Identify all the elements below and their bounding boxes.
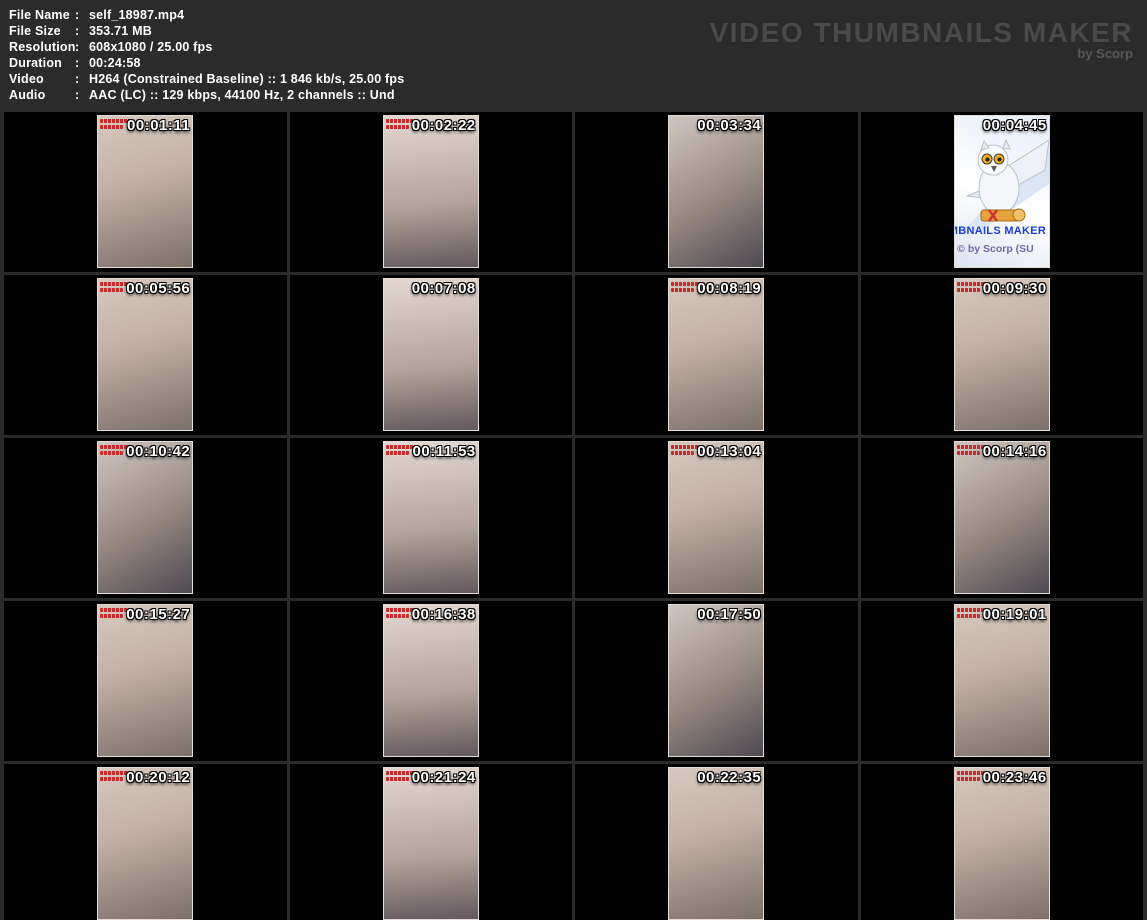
- thumbnail-cell: 00:08:19: [575, 275, 858, 435]
- thumbnail-placeholder: 00:21:24: [383, 767, 479, 920]
- field-separator: :: [75, 88, 89, 102]
- field-value: 00:24:58: [89, 56, 141, 70]
- file-info-row: Duration : 00:24:58: [9, 55, 404, 71]
- field-value: self_18987.mp4: [89, 8, 184, 22]
- thumbnail-cell: 00:13:04: [575, 438, 858, 598]
- timestamp-label: 00:05:56: [126, 280, 190, 297]
- timestamp-label: 00:16:38: [412, 606, 476, 623]
- thumbnail-placeholder: 00:03:34: [668, 115, 764, 268]
- field-value: H264 (Constrained Baseline) :: 1 846 kb/…: [89, 72, 404, 86]
- thumbnail-placeholder: 00:09:30: [954, 278, 1050, 431]
- thumbnail-placeholder: 00:15:27: [97, 604, 193, 757]
- thumbnail-cell: 00:10:42: [4, 438, 287, 598]
- file-info-row: Video : H264 (Constrained Baseline) :: 1…: [9, 71, 404, 87]
- thumbnail-cell: 00:11:53: [290, 438, 573, 598]
- field-label: Resolution: [9, 40, 75, 54]
- thumbnail-placeholder: 00:01:11: [97, 115, 193, 268]
- thumbnail-cell: 00:19:01: [861, 601, 1144, 761]
- timestamp-label: 00:14:16: [983, 443, 1047, 460]
- thumbnail-cell: MBNAILS MAKER 8 t © by Scorp (SU 00:04:4…: [861, 112, 1144, 272]
- file-info-row: File Name : self_18987.mp4: [9, 7, 404, 23]
- timestamp-label: 00:03:34: [697, 117, 761, 134]
- thumbnail-cell: 00:23:46: [861, 764, 1144, 920]
- timestamp-label: 00:10:42: [126, 443, 190, 460]
- field-label: File Name: [9, 8, 75, 22]
- thumbnail-cell: 00:15:27: [4, 601, 287, 761]
- thumbnail-placeholder: 00:23:46: [954, 767, 1050, 920]
- thumbnail-placeholder: 00:17:50: [668, 604, 764, 757]
- timestamp-label: 00:23:46: [983, 769, 1047, 786]
- red-watermark: [100, 119, 130, 131]
- timestamp-label: 00:19:01: [983, 606, 1047, 623]
- timestamp-label: 00:09:30: [983, 280, 1047, 297]
- red-watermark: [386, 445, 416, 457]
- timestamp-label: 00:21:24: [412, 769, 476, 786]
- timestamp-label: 00:07:08: [412, 280, 476, 297]
- timestamp-label: 00:20:12: [126, 769, 190, 786]
- thumbnail-cell: 00:09:30: [861, 275, 1144, 435]
- field-separator: :: [75, 56, 89, 70]
- app-branding: VIDEO THUMBNAILS MAKER by Scorp: [710, 18, 1133, 61]
- logo-text-line2: t © by Scorp (SU: [955, 243, 1034, 255]
- field-separator: :: [75, 24, 89, 38]
- thumbnail-placeholder: 00:07:08: [383, 278, 479, 431]
- thumbnail-placeholder: 00:10:42: [97, 441, 193, 594]
- thumbnail-placeholder: 00:08:19: [668, 278, 764, 431]
- logo-thumbnail-content: MBNAILS MAKER 8 t © by Scorp (SU: [955, 116, 1049, 267]
- thumbnail-placeholder: 00:14:16: [954, 441, 1050, 594]
- thumbnail-cell: 00:20:12: [4, 764, 287, 920]
- timestamp-label: 00:22:35: [697, 769, 761, 786]
- thumbnail-placeholder: 00:11:53: [383, 441, 479, 594]
- field-label: Video: [9, 72, 75, 86]
- thumbnail-placeholder: 00:05:56: [97, 278, 193, 431]
- file-info-row: Resolution : 608x1080 / 25.00 fps: [9, 39, 404, 55]
- thumbnail-cell: 00:22:35: [575, 764, 858, 920]
- field-label: Audio: [9, 88, 75, 102]
- thumbnail-placeholder: 00:02:22: [383, 115, 479, 268]
- thumbnail-cell: 00:07:08: [290, 275, 573, 435]
- field-separator: :: [75, 72, 89, 86]
- timestamp-label: 00:11:53: [413, 443, 476, 460]
- field-label: File Size: [9, 24, 75, 38]
- thumbnail-cell: 00:14:16: [861, 438, 1144, 598]
- timestamp-label: 00:15:27: [126, 606, 190, 623]
- header-bar: File Name : self_18987.mp4 File Size : 3…: [0, 0, 1147, 108]
- thumbnail-placeholder: 00:20:12: [97, 767, 193, 920]
- file-info-row: File Size : 353.71 MB: [9, 23, 404, 39]
- field-label: Duration: [9, 56, 75, 70]
- field-separator: :: [75, 40, 89, 54]
- field-value: 353.71 MB: [89, 24, 152, 38]
- app-title: VIDEO THUMBNAILS MAKER: [710, 18, 1133, 48]
- thumbnail-cell: 00:02:22: [290, 112, 573, 272]
- timestamp-label: 00:08:19: [697, 280, 761, 297]
- field-value: 608x1080 / 25.00 fps: [89, 40, 213, 54]
- owl-logo-icon: [955, 126, 1049, 231]
- thumbnail-cell: 00:16:38: [290, 601, 573, 761]
- file-info-row: Audio : AAC (LC) :: 129 kbps, 44100 Hz, …: [9, 87, 404, 103]
- timestamp-label: 00:17:50: [697, 606, 761, 623]
- thumbnail-placeholder: 00:13:04: [668, 441, 764, 594]
- thumbnail-placeholder: 00:16:38: [383, 604, 479, 757]
- field-separator: :: [75, 8, 89, 22]
- timestamp-label: 00:01:11: [127, 117, 190, 134]
- app-byline: by Scorp: [710, 46, 1133, 61]
- thumbnail-cell: 00:01:11: [4, 112, 287, 272]
- thumbnail-cell: 00:05:56: [4, 275, 287, 435]
- thumbnail-grid: 00:01:11 00:02:22 00:03:34: [0, 108, 1147, 920]
- thumbnail-cell: 00:03:34: [575, 112, 858, 272]
- file-info-panel: File Name : self_18987.mp4 File Size : 3…: [9, 7, 404, 103]
- thumbnail-placeholder: 00:22:35: [668, 767, 764, 920]
- field-value: AAC (LC) :: 129 kbps, 44100 Hz, 2 channe…: [89, 88, 395, 102]
- thumbnail-placeholder: 00:19:01: [954, 604, 1050, 757]
- logo-text-line1: MBNAILS MAKER 8: [955, 225, 1049, 237]
- timestamp-label: 00:04:45: [983, 117, 1047, 134]
- thumbnail-placeholder: MBNAILS MAKER 8 t © by Scorp (SU 00:04:4…: [954, 115, 1050, 268]
- thumbnail-cell: 00:21:24: [290, 764, 573, 920]
- timestamp-label: 00:02:22: [412, 117, 476, 134]
- timestamp-label: 00:13:04: [697, 443, 761, 460]
- thumbnail-cell: 00:17:50: [575, 601, 858, 761]
